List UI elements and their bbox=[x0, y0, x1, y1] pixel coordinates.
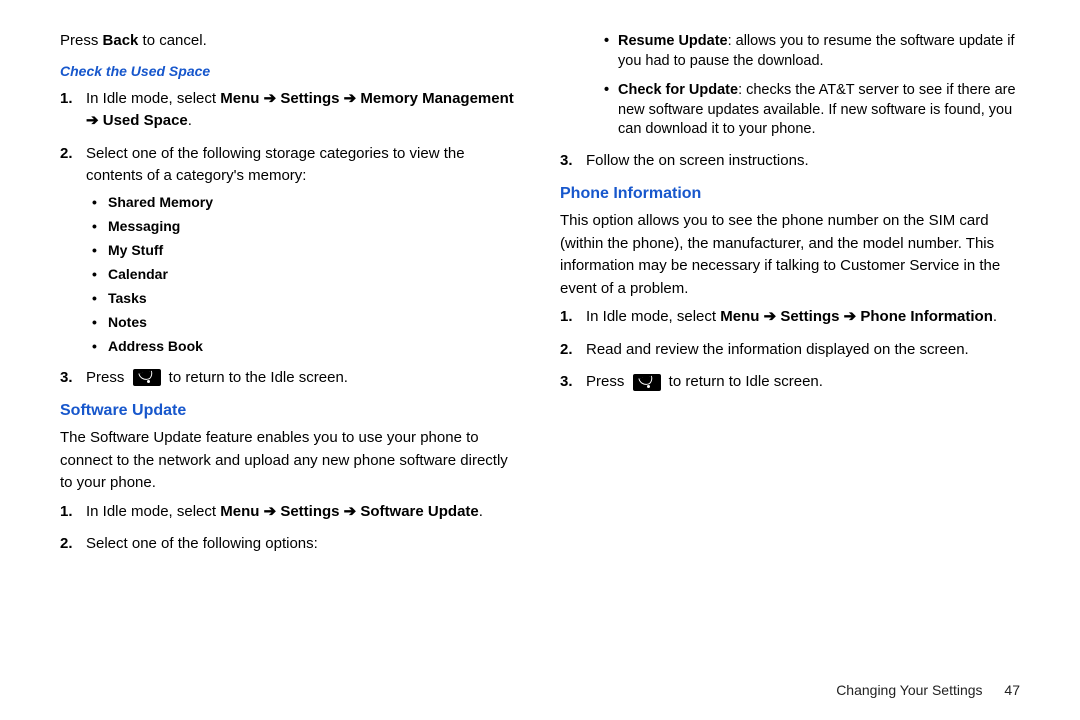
text-dot: . bbox=[188, 112, 192, 129]
pi-step-1: 1. In Idle mode, select Menu ➔ Settings … bbox=[586, 306, 1020, 329]
heading-check-used-space: Check the Used Space bbox=[60, 61, 520, 82]
heading-software-update: Software Update bbox=[60, 399, 520, 423]
num-2: 2. bbox=[60, 143, 73, 166]
cat-shared-memory: Shared Memory bbox=[108, 192, 520, 213]
opt-resume-update: Resume Update: allows you to resume the … bbox=[604, 32, 1020, 71]
end-call-key-icon bbox=[633, 374, 661, 391]
menu-path-sw: Menu ➔ Settings ➔ Software Update bbox=[220, 503, 479, 520]
num-2: 2. bbox=[560, 339, 573, 362]
text: Press bbox=[586, 373, 629, 390]
pi-step-2: 2. Read and review the information displ… bbox=[586, 339, 1020, 362]
menu-path-phone-info: Menu ➔ Settings ➔ Phone Information bbox=[720, 308, 993, 325]
text: Select one of the following storage cate… bbox=[86, 145, 465, 185]
text: to return to the Idle screen. bbox=[165, 369, 348, 386]
software-update-steps: 1. In Idle mode, select Menu ➔ Settings … bbox=[60, 501, 520, 556]
sw-step-3: 3. Follow the on screen instructions. bbox=[586, 150, 1020, 173]
left-column: Press Back to cancel. Check the Used Spa… bbox=[60, 28, 520, 670]
label: Check for Update bbox=[618, 82, 738, 98]
text: In Idle mode, select bbox=[86, 90, 220, 107]
num-1: 1. bbox=[60, 501, 73, 524]
phone-info-steps: 1. In Idle mode, select Menu ➔ Settings … bbox=[560, 306, 1020, 394]
text-press: Press bbox=[60, 32, 103, 49]
phone-info-desc: This option allows you to see the phone … bbox=[560, 210, 1020, 300]
cat-my-stuff: My Stuff bbox=[108, 240, 520, 261]
check-steps: 1. In Idle mode, select Menu ➔ Settings … bbox=[60, 88, 520, 390]
cat-calendar: Calendar bbox=[108, 264, 520, 285]
page-body: Press Back to cancel. Check the Used Spa… bbox=[0, 0, 1080, 680]
opt-check-for-update: Check for Update: checks the AT&T server… bbox=[604, 81, 1020, 140]
sw-options-list: Resume Update: allows you to resume the … bbox=[560, 32, 1020, 140]
num-1: 1. bbox=[560, 306, 573, 329]
sw-step-2: 2. Select one of the following options: bbox=[86, 533, 520, 556]
heading-phone-information: Phone Information bbox=[560, 182, 1020, 206]
category-list: Shared Memory Messaging My Stuff Calenda… bbox=[86, 192, 520, 357]
num-3: 3. bbox=[560, 150, 573, 173]
pi-step-3: 3. Press to return to Idle screen. bbox=[586, 371, 1020, 394]
check-step-3: 3. Press to return to the Idle screen. bbox=[86, 367, 520, 390]
text: Follow the on screen instructions. bbox=[586, 152, 809, 169]
press-back-line: Press Back to cancel. bbox=[60, 30, 520, 53]
label: Resume Update bbox=[618, 33, 728, 49]
cat-address-book: Address Book bbox=[108, 336, 520, 357]
text: In Idle mode, select bbox=[586, 308, 720, 325]
check-step-2: 2. Select one of the following storage c… bbox=[86, 143, 520, 357]
num-2: 2. bbox=[60, 533, 73, 556]
num-3: 3. bbox=[60, 367, 73, 390]
num-3: 3. bbox=[560, 371, 573, 394]
footer-page-number: 47 bbox=[1004, 682, 1020, 698]
page-footer: Changing Your Settings 47 bbox=[0, 680, 1080, 720]
text: to return to Idle screen. bbox=[665, 373, 823, 390]
num-1: 1. bbox=[60, 88, 73, 111]
text: In Idle mode, select bbox=[86, 503, 220, 520]
sw-step-1: 1. In Idle mode, select Menu ➔ Settings … bbox=[86, 501, 520, 524]
text: Press bbox=[86, 369, 129, 386]
cat-messaging: Messaging bbox=[108, 216, 520, 237]
end-call-key-icon bbox=[133, 369, 161, 386]
cat-notes: Notes bbox=[108, 312, 520, 333]
text: Read and review the information displaye… bbox=[586, 341, 969, 358]
cat-tasks: Tasks bbox=[108, 288, 520, 309]
text-cancel: to cancel. bbox=[138, 32, 206, 49]
software-update-desc: The Software Update feature enables you … bbox=[60, 427, 520, 495]
software-update-steps-cont: 3. Follow the on screen instructions. bbox=[560, 150, 1020, 173]
right-column: Resume Update: allows you to resume the … bbox=[560, 28, 1020, 670]
check-step-1: 1. In Idle mode, select Menu ➔ Settings … bbox=[86, 88, 520, 133]
text-dot: . bbox=[479, 503, 483, 520]
text: Select one of the following options: bbox=[86, 535, 318, 552]
footer-section: Changing Your Settings bbox=[836, 682, 982, 698]
text-back: Back bbox=[103, 32, 139, 49]
text-dot: . bbox=[993, 308, 997, 325]
